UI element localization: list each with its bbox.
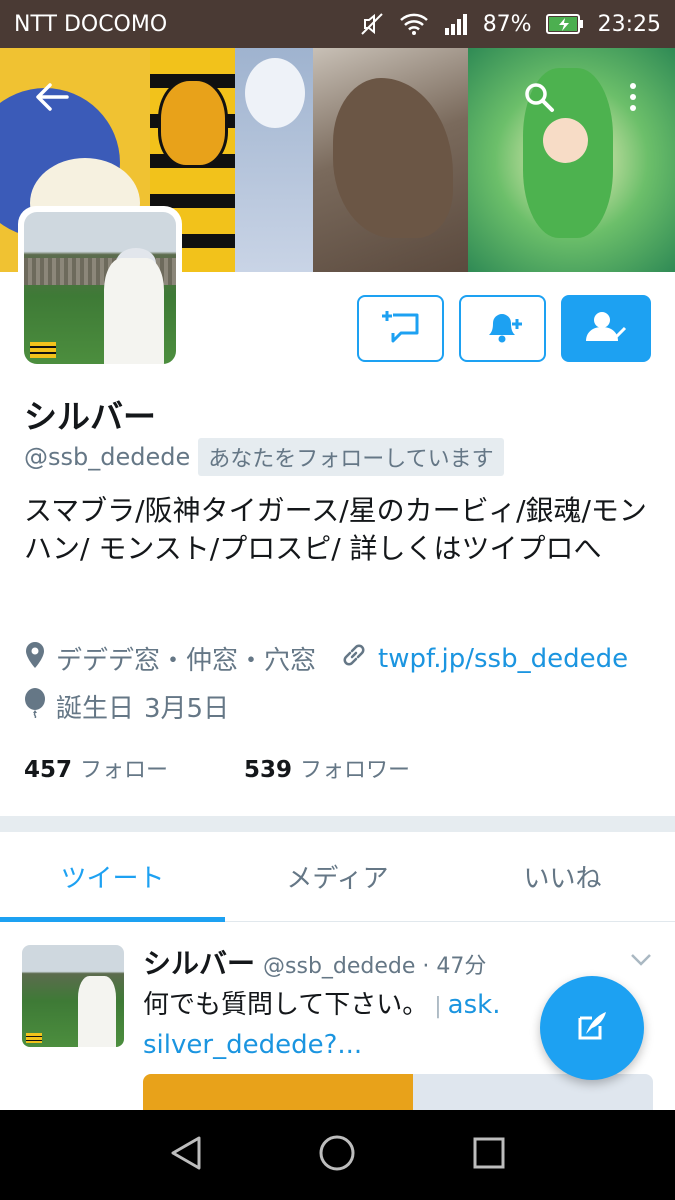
profile-actions xyxy=(357,295,651,362)
tweet-menu-button[interactable] xyxy=(630,952,652,971)
battery-percent: 87% xyxy=(482,11,532,37)
followers-label: フォロワー xyxy=(300,758,411,783)
nav-back-icon xyxy=(169,1135,203,1175)
chevron-down-icon xyxy=(630,952,652,971)
tab-likes[interactable]: いいね xyxy=(450,832,675,921)
balloon-icon xyxy=(24,688,46,725)
tweet-body: 何でも質問して下さい。 xyxy=(143,990,429,1020)
following-button[interactable] xyxy=(561,295,651,362)
tab-media[interactable]: メディア xyxy=(225,832,450,921)
system-nav-bar xyxy=(0,1110,675,1200)
tweet-link-part1[interactable]: ask. xyxy=(448,990,501,1020)
nav-back-button[interactable] xyxy=(156,1125,216,1185)
tweet-separator: | xyxy=(434,994,442,1019)
tweet-handle-time: @ssb_dedede · 47分 xyxy=(263,954,487,979)
profile-tabs: ツイート メディア いいね xyxy=(0,832,675,922)
display-name: シルバー xyxy=(24,397,156,436)
tweet-header: シルバー @ssb_dedede · 47分 xyxy=(143,942,486,982)
birthday: 誕生日 3月5日 xyxy=(24,688,229,725)
compose-tweet-button[interactable] xyxy=(540,976,644,1080)
location: デデデ窓・仲窓・穴窓 xyxy=(24,640,316,677)
location-pin-icon xyxy=(24,641,46,676)
direct-message-icon xyxy=(379,307,423,351)
website-link[interactable]: twpf.jp/ssb_dedede xyxy=(378,644,628,674)
tweet-media-image-2 xyxy=(413,1074,653,1110)
following-number: 457 xyxy=(24,757,73,783)
back-arrow-icon xyxy=(35,82,69,116)
location-text: デデデ窓・仲窓・穴窓 xyxy=(56,646,317,676)
follow-counts: 457 フォロー 539 フォロワー xyxy=(24,752,410,784)
status-bar: NTT DOCOMO 87% 23:25 xyxy=(0,0,675,48)
birthday-label: 誕生日 xyxy=(56,694,135,724)
profile-avatar[interactable] xyxy=(18,206,182,370)
website[interactable]: twpf.jp/ssb_dedede xyxy=(340,641,628,676)
handle-row: @ssb_dedede あなたをフォローしています xyxy=(24,438,504,476)
tweet-avatar[interactable] xyxy=(22,945,124,1047)
avatar-image xyxy=(24,212,176,364)
nav-recents-icon xyxy=(472,1136,506,1174)
signal-icon xyxy=(443,12,469,36)
search-button[interactable] xyxy=(512,74,566,124)
battery-charging-icon xyxy=(545,13,584,35)
tab-tweets[interactable]: ツイート xyxy=(0,832,225,922)
followers-number: 539 xyxy=(244,757,293,783)
banner-image-3 xyxy=(235,48,313,272)
following-check-icon xyxy=(582,307,630,351)
birthday-row: 誕生日 3月5日 xyxy=(24,688,229,725)
birthday-value: 3月5日 xyxy=(144,694,230,724)
mute-icon xyxy=(359,11,385,37)
link-icon xyxy=(340,641,368,676)
followers-count[interactable]: 539 フォロワー xyxy=(244,752,410,784)
tweet-link-part2[interactable]: silver_dedede?... xyxy=(143,1030,362,1060)
more-options-button[interactable] xyxy=(618,74,648,124)
nav-home-button[interactable] xyxy=(307,1125,367,1185)
banner-image-4 xyxy=(313,48,468,272)
tweet-media[interactable] xyxy=(143,1074,653,1110)
more-vertical-icon xyxy=(629,82,637,116)
tweet-media-image-1 xyxy=(143,1074,413,1110)
message-button[interactable] xyxy=(357,295,444,362)
tweet-author-name: シルバー xyxy=(143,947,256,980)
notification-bell-icon xyxy=(481,307,525,351)
compose-tweet-icon xyxy=(570,1004,614,1052)
notifications-button[interactable] xyxy=(459,295,546,362)
clock: 23:25 xyxy=(597,11,661,37)
following-count[interactable]: 457 フォロー xyxy=(24,752,168,784)
carrier-name: NTT DOCOMO xyxy=(14,11,168,37)
profile-meta-row: デデデ窓・仲窓・穴窓 twpf.jp/ssb_dedede xyxy=(24,640,628,677)
back-button[interactable] xyxy=(22,74,82,124)
following-label: フォロー xyxy=(80,758,169,783)
profile-bio: スマブラ/阪神タイガース/星のカービィ/銀魂/モンハン/ モンスト/プロスピ/ … xyxy=(24,494,647,565)
nav-home-icon xyxy=(318,1134,356,1176)
nav-recents-button[interactable] xyxy=(459,1125,519,1185)
follows-you-badge: あなたをフォローしています xyxy=(198,438,504,476)
wifi-icon xyxy=(399,12,429,36)
search-icon xyxy=(523,81,555,117)
section-divider xyxy=(0,816,675,832)
user-handle: @ssb_dedede xyxy=(24,443,191,471)
